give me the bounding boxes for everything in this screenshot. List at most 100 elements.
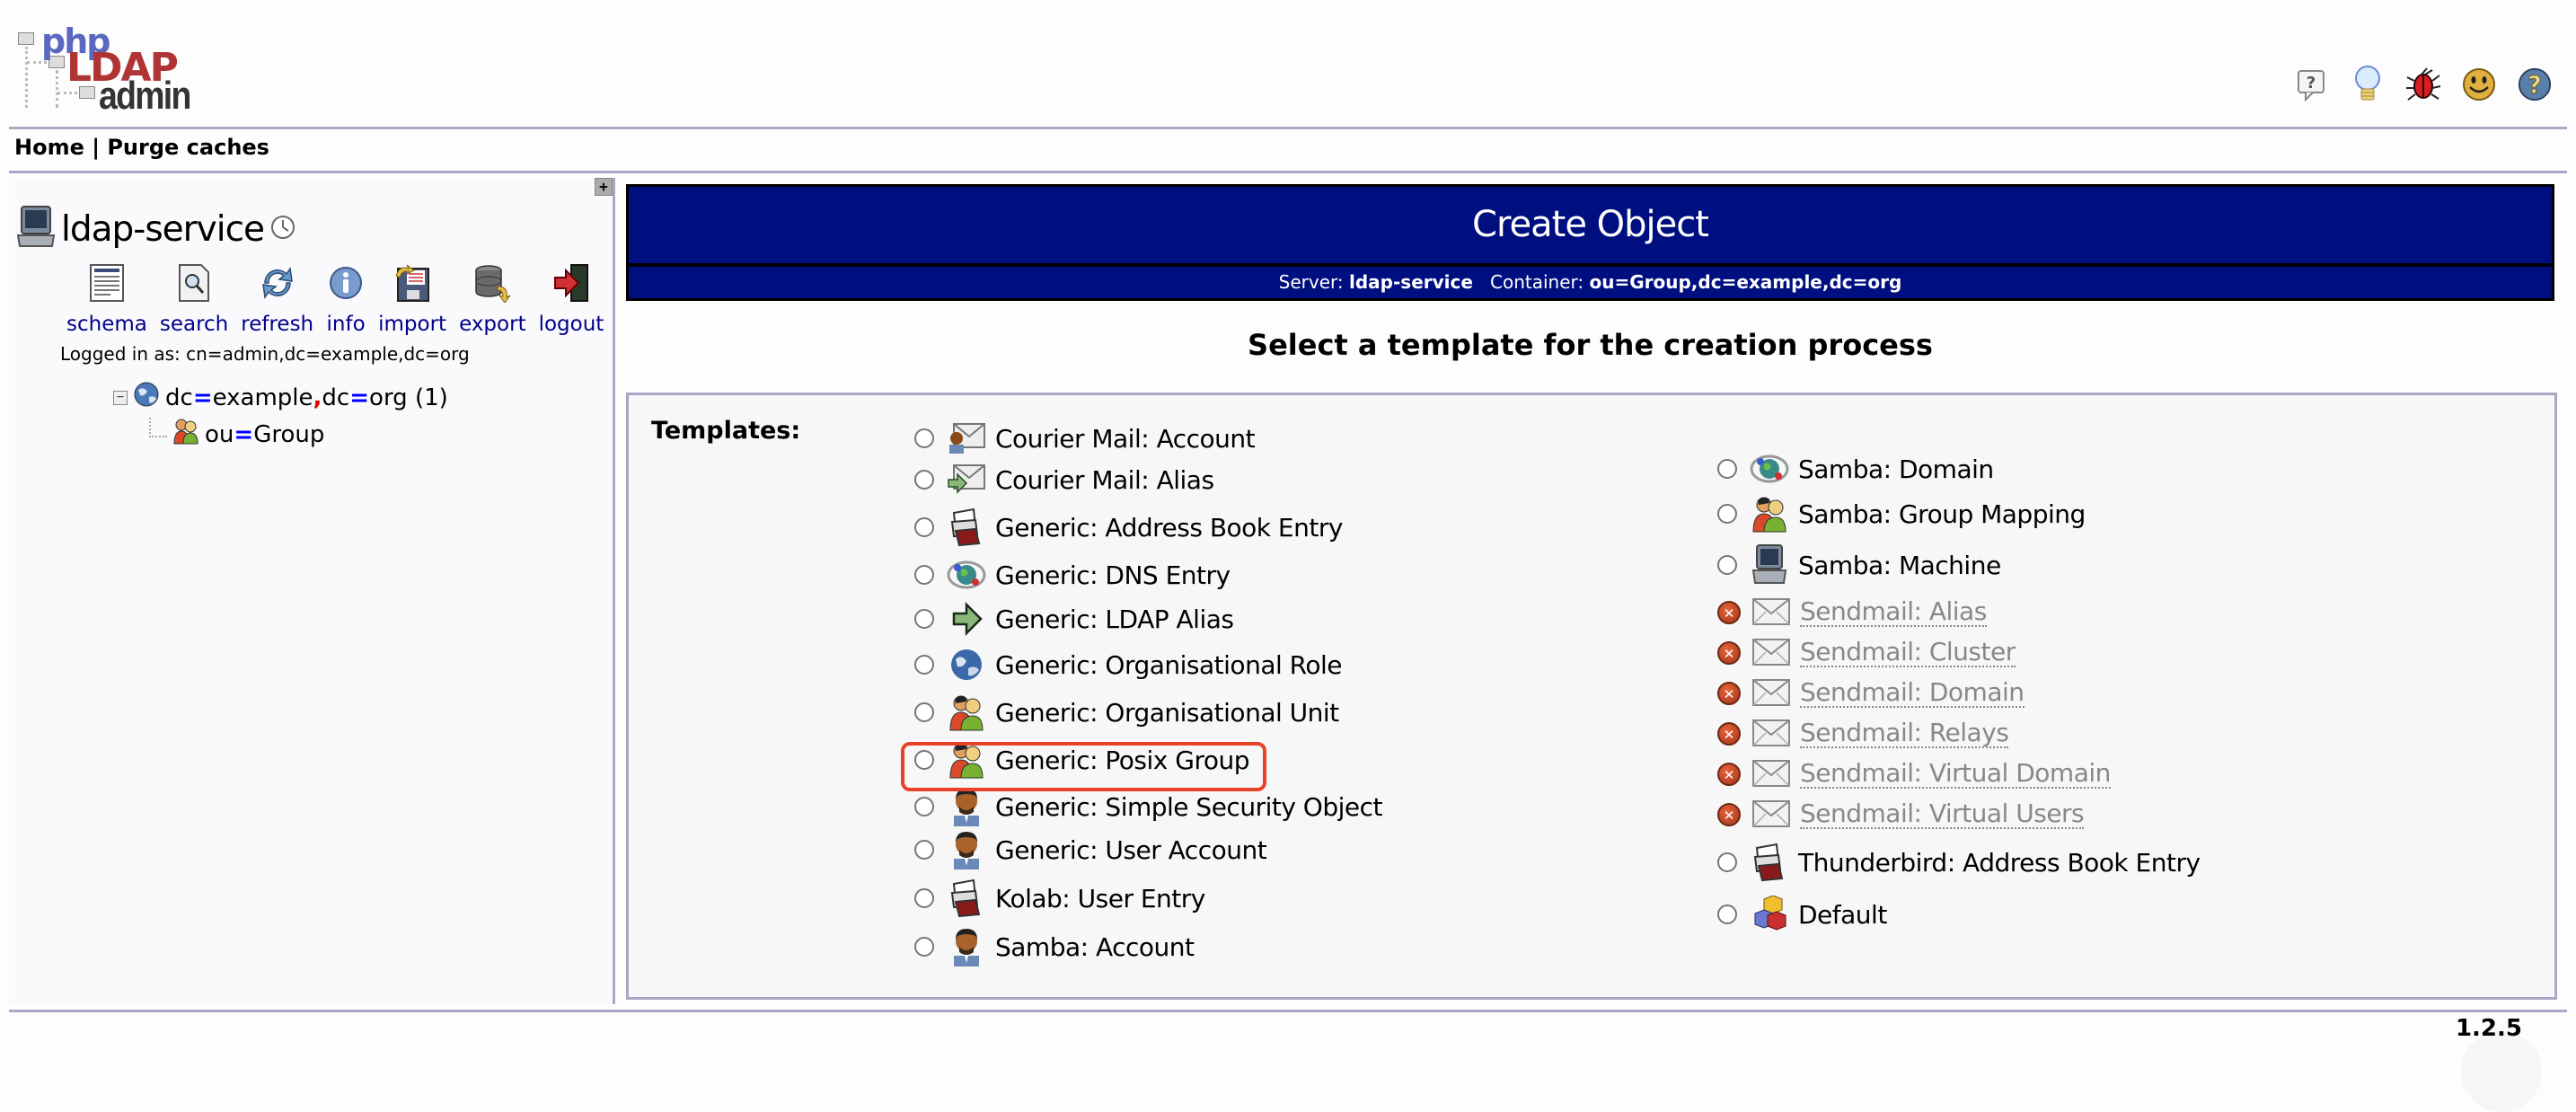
- template-option[interactable]: Samba: Account: [914, 927, 1195, 966]
- template-radio[interactable]: [914, 702, 934, 722]
- logo-tree-line: [57, 92, 77, 94]
- computer-icon: [1750, 544, 1789, 585]
- help-speech-icon[interactable]: ?: [2294, 65, 2330, 104]
- search-icon: [174, 262, 214, 304]
- template-option[interactable]: Generic: Simple Security Object: [914, 787, 1383, 826]
- template-option[interactable]: Default: [1717, 895, 1887, 934]
- mail-icon: [1751, 674, 1791, 713]
- template-label[interactable]: Courier Mail: Account: [995, 424, 1256, 454]
- template-option[interactable]: Thunderbird: Address Book Entry: [1717, 843, 2201, 882]
- template-radio[interactable]: [914, 888, 934, 908]
- logo-box-icon: [18, 32, 34, 45]
- template-radio[interactable]: [1717, 555, 1737, 575]
- template-option[interactable]: Samba: Machine: [1717, 544, 2001, 585]
- template-radio[interactable]: [1717, 905, 1737, 924]
- dn-equals: =: [192, 384, 213, 411]
- template-label[interactable]: Generic: LDAP Alias: [995, 605, 1234, 634]
- template-radio[interactable]: [914, 565, 934, 585]
- template-radio[interactable]: [914, 470, 934, 490]
- dn-value: org: [369, 384, 408, 411]
- template-label[interactable]: Samba: Domain: [1798, 455, 1994, 484]
- template-label[interactable]: Generic: Organisational Unit: [995, 698, 1339, 728]
- group-icon: [1750, 494, 1789, 534]
- template-option: ✕ Sendmail: Relays: [1717, 714, 2009, 754]
- template-option[interactable]: Generic: Address Book Entry: [914, 507, 1343, 547]
- template-label: Sendmail: Domain: [1800, 677, 2025, 708]
- template-option[interactable]: Courier Mail: Account: [914, 419, 1256, 458]
- template-option[interactable]: Generic: DNS Entry: [914, 555, 1231, 595]
- svg-text:?: ?: [2307, 74, 2316, 93]
- collapse-toggle-icon[interactable]: −: [113, 390, 128, 405]
- server-name-link[interactable]: ldap-service: [61, 209, 265, 250]
- template-label[interactable]: Generic: User Account: [995, 835, 1267, 865]
- import-button[interactable]: import: [378, 262, 446, 336]
- tree-root-entry[interactable]: − dc=example,dc=org (1): [113, 381, 448, 414]
- bug-icon[interactable]: [2405, 65, 2441, 104]
- home-link[interactable]: Home: [14, 135, 84, 160]
- template-option[interactable]: Generic: LDAP Alias: [914, 599, 1234, 639]
- smiley-icon[interactable]: [2461, 65, 2497, 104]
- template-option[interactable]: Generic: Organisational Role: [914, 645, 1342, 684]
- dn-attr: ou: [205, 420, 234, 448]
- purge-caches-link[interactable]: Purge caches: [107, 135, 269, 160]
- template-label: Sendmail: Virtual Domain: [1800, 758, 2111, 789]
- template-radio[interactable]: [914, 937, 934, 957]
- dn-value: Group: [253, 420, 325, 448]
- info-button[interactable]: info: [326, 262, 366, 336]
- tree-connector: [149, 417, 167, 437]
- template-label[interactable]: Samba: Machine: [1798, 551, 2001, 580]
- template-label[interactable]: Kolab: User Entry: [995, 884, 1205, 913]
- mail-icon: [1751, 714, 1791, 754]
- clock-icon[interactable]: [269, 214, 296, 244]
- template-option[interactable]: Samba: Domain: [1717, 449, 1994, 489]
- tree-child-dn[interactable]: ou=Group: [205, 421, 324, 448]
- template-label[interactable]: Samba: Account: [995, 932, 1195, 962]
- template-label[interactable]: Generic: Address Book Entry: [995, 513, 1343, 543]
- template-option[interactable]: Samba: Group Mapping: [1717, 494, 2086, 534]
- template-label[interactable]: Thunderbird: Address Book Entry: [1798, 848, 2201, 878]
- template-option[interactable]: Generic: Organisational Unit: [914, 693, 1339, 732]
- container-value: ou=Group,dc=example,dc=org: [1589, 271, 1902, 293]
- template-label: Sendmail: Alias: [1800, 596, 1987, 627]
- template-label[interactable]: Generic: Organisational Role: [995, 650, 1342, 680]
- template-radio[interactable]: [914, 428, 934, 448]
- refresh-icon: [258, 262, 297, 304]
- expand-sidebar-button[interactable]: +: [595, 178, 613, 196]
- group-icon: [172, 417, 199, 452]
- user-icon: [947, 787, 986, 826]
- corner-overlay: [2461, 1031, 2542, 1112]
- template-radio[interactable]: [1717, 504, 1737, 524]
- tree-child-entry[interactable]: ou=Group: [149, 417, 324, 452]
- template-label[interactable]: Default: [1798, 900, 1887, 930]
- template-option[interactable]: Kolab: User Entry: [914, 878, 1205, 918]
- globe-icon: [133, 381, 160, 414]
- refresh-button[interactable]: refresh: [241, 262, 313, 336]
- user-icon: [947, 830, 986, 869]
- address-book-icon: [1750, 843, 1789, 882]
- logout-button[interactable]: logout: [539, 262, 604, 336]
- child-count: (1): [414, 384, 448, 411]
- template-label[interactable]: Generic: DNS Entry: [995, 560, 1231, 590]
- template-option[interactable]: Generic: User Account: [914, 830, 1267, 869]
- svg-text:?: ?: [2527, 72, 2541, 100]
- question-globe-icon[interactable]: ?: [2517, 65, 2553, 104]
- logout-label: logout: [538, 313, 604, 336]
- tree-root-dn[interactable]: dc=example,dc=org (1): [165, 384, 448, 411]
- template-radio[interactable]: [914, 655, 934, 675]
- export-button[interactable]: export: [459, 262, 526, 336]
- template-radio[interactable]: [914, 609, 934, 629]
- search-button[interactable]: search: [160, 262, 228, 336]
- template-radio[interactable]: [914, 840, 934, 860]
- dns-icon: [947, 555, 986, 595]
- schema-button[interactable]: schema: [66, 262, 147, 336]
- template-radio[interactable]: [1717, 852, 1737, 872]
- template-radio[interactable]: [1717, 459, 1737, 479]
- template-label[interactable]: Courier Mail: Alias: [995, 465, 1214, 495]
- template-radio[interactable]: [914, 517, 934, 537]
- template-radio[interactable]: [914, 797, 934, 816]
- phpldapadmin-logo[interactable]: php LDAP admin: [16, 22, 196, 118]
- template-label[interactable]: Generic: Simple Security Object: [995, 792, 1383, 822]
- lightbulb-icon[interactable]: [2350, 65, 2386, 104]
- template-label[interactable]: Samba: Group Mapping: [1798, 499, 2086, 529]
- template-option[interactable]: Courier Mail: Alias: [914, 460, 1214, 499]
